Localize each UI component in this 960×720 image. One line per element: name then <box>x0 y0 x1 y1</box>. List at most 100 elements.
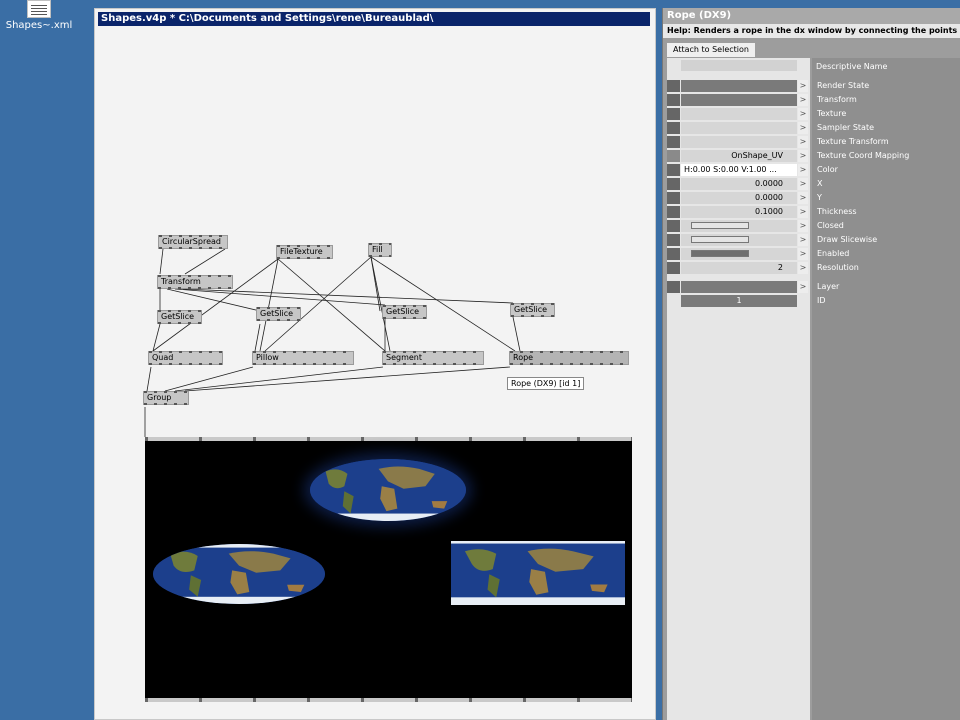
enabled-toggle[interactable] <box>691 250 749 257</box>
pin-row-id[interactable]: 1 ID <box>663 294 957 308</box>
pin-name: Thickness <box>817 207 857 216</box>
draw-slicewise-toggle[interactable] <box>691 236 749 243</box>
wire <box>164 366 254 392</box>
node-getslice-segment[interactable]: GetSlice <box>382 305 427 319</box>
pin-expand-arrow[interactable]: > <box>798 220 808 232</box>
pin-name: Y <box>817 193 822 202</box>
pin-row-render-state[interactable]: > Render State <box>663 79 957 93</box>
wire <box>184 366 511 392</box>
pin-expand-arrow[interactable]: > <box>798 108 808 120</box>
pin-name: Sampler State <box>817 123 875 132</box>
node-getslice-pillow[interactable]: GetSlice <box>256 307 301 321</box>
pin-connector <box>667 94 680 106</box>
node-fill[interactable]: Fill <box>368 243 392 257</box>
node-circular-spread[interactable]: CircularSpread <box>158 235 228 249</box>
pin-connector <box>667 150 680 162</box>
pin-connector <box>667 178 680 190</box>
pin-name: Texture Transform <box>817 137 889 146</box>
pin-expand-arrow[interactable]: > <box>798 136 808 148</box>
node-transform[interactable]: Transform <box>157 275 233 289</box>
renderer-pins-top <box>145 437 632 441</box>
pin-connector <box>667 234 680 246</box>
wire <box>512 316 521 352</box>
pin-expand-arrow[interactable]: > <box>798 164 808 176</box>
pin-connector <box>667 248 680 260</box>
pin-name: Texture Coord Mapping <box>817 151 910 160</box>
pin-value <box>681 108 797 120</box>
closed-toggle[interactable] <box>691 222 749 229</box>
wire <box>254 323 261 352</box>
node-file-texture[interactable]: FileTexture <box>276 245 333 259</box>
pin-row-x[interactable]: 0.0000 > X <box>663 177 957 191</box>
node-getslice-quad[interactable]: GetSlice <box>157 310 202 324</box>
node-pillow[interactable]: Pillow <box>252 351 354 365</box>
wire <box>277 258 386 352</box>
color-value-field[interactable]: H:0.00 S:0.00 V:1.00 ... <box>681 164 797 176</box>
pin-row-texture-transform[interactable]: > Texture Transform <box>663 135 957 149</box>
pin-row-color[interactable]: H:0.00 S:0.00 V:1.00 ... > Color <box>663 163 957 177</box>
pin-expand-arrow[interactable]: > <box>798 281 808 293</box>
pin-row-sampler-state[interactable]: > Sampler State <box>663 121 957 135</box>
node-quad[interactable]: Quad <box>148 351 223 365</box>
pin-value <box>681 122 797 134</box>
wire <box>184 248 226 275</box>
desktop-file-label: Shapes~.xml <box>5 20 73 31</box>
pin-name: Layer <box>817 282 840 291</box>
desktop-file-icon[interactable]: Shapes~.xml <box>4 0 74 31</box>
pin-expand-arrow[interactable]: > <box>798 94 808 106</box>
pin-name: Color <box>817 165 838 174</box>
node-rope[interactable]: Rope <box>509 351 629 365</box>
node-segment[interactable]: Segment <box>382 351 484 365</box>
pin-expand-arrow[interactable]: > <box>798 234 808 246</box>
pin-expand-arrow[interactable]: > <box>798 122 808 134</box>
pin-expand-arrow[interactable]: > <box>798 150 808 162</box>
inspector-help: Help: Renders a rope in the dx window by… <box>663 24 960 38</box>
pin-value <box>681 80 797 92</box>
pin-row-texture[interactable]: > Texture <box>663 107 957 121</box>
resolution-value-field[interactable]: 2 <box>681 262 797 274</box>
wire <box>264 256 372 352</box>
pin-row-draw-slicewise[interactable]: > Draw Slicewise <box>663 233 957 247</box>
pin-row-resolution[interactable]: 2 > Resolution <box>663 261 957 275</box>
pin-expand-arrow[interactable]: > <box>798 206 808 218</box>
wire <box>146 366 152 392</box>
attach-to-selection-toggle[interactable]: Attach to Selection <box>667 43 755 57</box>
pin-row-y[interactable]: 0.0000 > Y <box>663 191 957 205</box>
pin-name: Render State <box>817 81 870 90</box>
wire <box>370 256 381 312</box>
pin-row-texture-coord-mapping[interactable]: ▼ OnShape_UV > Texture Coord Mapping <box>663 149 957 163</box>
pin-expand-arrow[interactable]: > <box>798 80 808 92</box>
x-value-field[interactable]: 0.0000 <box>681 178 797 190</box>
patch-window[interactable]: Shapes.v4p * C:\Documents and Settings\r… <box>94 8 656 720</box>
inspector-values-header <box>681 60 797 71</box>
pin-expand-arrow[interactable]: > <box>798 248 808 260</box>
pin-name: Enabled <box>817 249 850 258</box>
y-value-field[interactable]: 0.0000 <box>681 192 797 204</box>
pin-row-transform[interactable]: > Transform <box>663 93 957 107</box>
pin-expand-arrow[interactable]: > <box>798 178 808 190</box>
pin-connector <box>667 295 680 307</box>
node-getslice-rope[interactable]: GetSlice <box>510 303 555 317</box>
thickness-value-field[interactable]: 0.1000 <box>681 206 797 218</box>
pin-row-layer[interactable]: > Layer <box>663 280 957 294</box>
texture-coord-mapping-select[interactable]: OnShape_UV <box>681 150 797 162</box>
inspector-panel[interactable]: Rope (DX9) Help: Renders a rope in the d… <box>662 8 960 720</box>
pin-expand-arrow[interactable]: > <box>798 262 808 274</box>
pin-connector <box>667 122 680 134</box>
wire <box>174 366 384 392</box>
pin-value <box>681 281 797 293</box>
pin-name: Transform <box>817 95 857 104</box>
wire <box>152 258 279 352</box>
wire <box>259 258 279 352</box>
quad-earth-render <box>153 544 325 604</box>
node-group[interactable]: Group <box>143 391 189 405</box>
pin-expand-arrow[interactable]: > <box>798 192 808 204</box>
pillow-earth-render <box>310 459 466 521</box>
pin-row-enabled[interactable]: > Enabled <box>663 247 957 261</box>
pin-name: Texture <box>817 109 847 118</box>
renderer-window[interactable] <box>145 437 632 702</box>
pin-row-thickness[interactable]: 0.1000 > Thickness <box>663 205 957 219</box>
id-value-field: 1 <box>681 295 797 307</box>
pin-row-closed[interactable]: > Closed <box>663 219 957 233</box>
pin-connector <box>667 108 680 120</box>
